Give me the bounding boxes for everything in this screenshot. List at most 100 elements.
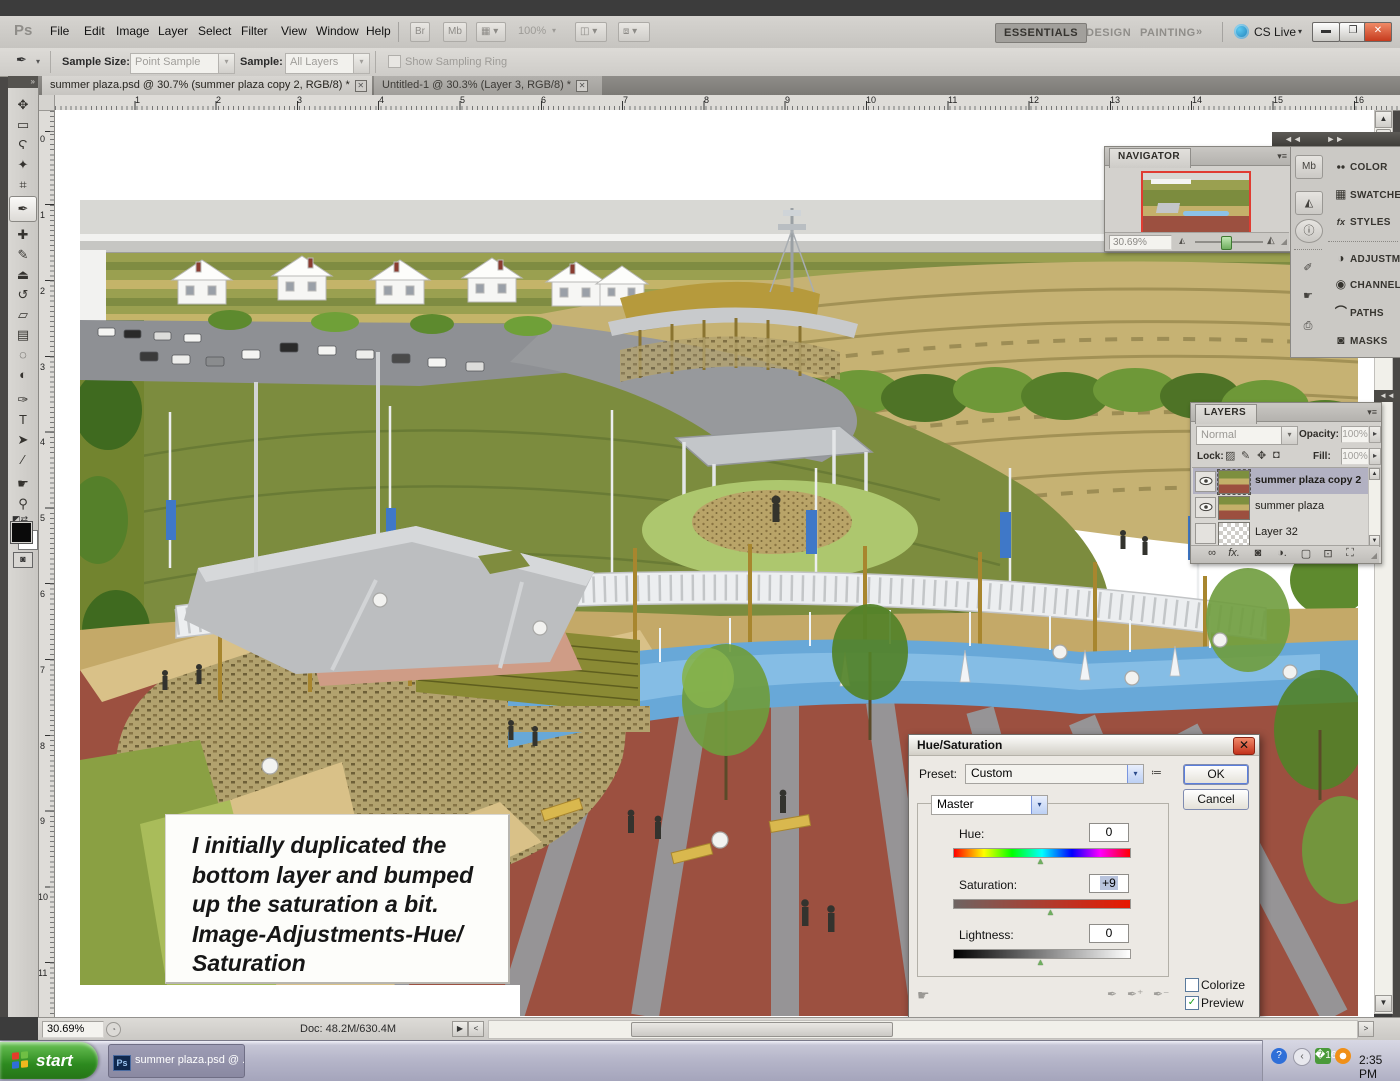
sample-dropdown[interactable]: All Layers▾ xyxy=(285,53,370,74)
safely-remove-tray-icon[interactable]: �163; xyxy=(1315,1048,1331,1064)
layer-row-summer-plaza-copy-2[interactable]: summer plaza copy 2 xyxy=(1193,468,1369,494)
tab-close-icon[interactable]: ✕ xyxy=(355,80,367,92)
dialog-title-bar[interactable]: Hue/Saturation ✕ xyxy=(909,735,1259,756)
dodge-tool[interactable]: ◐ xyxy=(11,365,35,384)
workspace-essentials[interactable]: ESSENTIALS xyxy=(995,23,1087,43)
link-layers-icon[interactable]: ∞ xyxy=(1203,547,1221,559)
eyedropper-sample-icon[interactable]: ✒ xyxy=(1107,987,1117,1001)
layer-thumbnail[interactable] xyxy=(1218,522,1250,546)
horizontal-scrollbar-thumb[interactable] xyxy=(631,1022,893,1037)
tab-untitled-1[interactable]: Untitled-1 @ 30.3% (Layer 3, RGB/8) *✕ xyxy=(374,76,602,95)
on-image-adjust-icon[interactable]: ☛ xyxy=(917,987,930,1004)
scroll-up-icon[interactable]: ▲ xyxy=(1369,468,1380,480)
hidden-icons-chevron-icon[interactable]: ‹ xyxy=(1293,1048,1311,1066)
zoom-tool[interactable]: ⚲ xyxy=(11,494,35,513)
scroll-up-icon[interactable]: ▲ xyxy=(1375,111,1392,128)
new-group-icon[interactable]: ▢ xyxy=(1297,547,1315,560)
eyedropper-tool[interactable]: ✒ xyxy=(9,196,37,222)
quick-mask-button[interactable]: ◙ xyxy=(13,552,33,568)
marquee-tool[interactable]: ▭ xyxy=(11,115,35,134)
start-button[interactable]: start xyxy=(0,1042,98,1079)
workspace-painting[interactable]: PAINTING xyxy=(1132,24,1204,42)
eraser-tool[interactable]: ▱ xyxy=(11,305,35,324)
updater-tray-icon[interactable] xyxy=(1335,1048,1351,1064)
preset-dropdown[interactable]: Custom ▾ xyxy=(965,764,1144,784)
crop-tool[interactable]: ⌗ xyxy=(11,175,35,194)
restore-button[interactable]: ❐ xyxy=(1339,22,1367,42)
layers-dock-collapse-bar[interactable]: ◄◄ xyxy=(1374,390,1400,402)
add-mask-icon[interactable]: ◙ xyxy=(1249,547,1267,559)
minimize-button[interactable]: ▬ xyxy=(1312,22,1340,42)
foreground-color-swatch[interactable] xyxy=(11,522,32,543)
layer-thumbnail[interactable] xyxy=(1218,470,1250,494)
scroll-down-icon[interactable]: ▼ xyxy=(1375,995,1392,1012)
panel-dock-collapse-bar[interactable]: ◄◄ ►► xyxy=(1272,132,1400,146)
tool-preset-arrow-icon[interactable]: ▾ xyxy=(36,57,40,66)
preset-options-icon[interactable]: ≔ xyxy=(1151,766,1162,779)
collapse-left-icon[interactable]: ◄◄ xyxy=(1284,134,1302,144)
layer-row-summer-plaza[interactable]: summer plaza xyxy=(1193,494,1369,520)
adjustment-layer-icon[interactable]: ◑. xyxy=(1273,547,1291,559)
bridge-button[interactable]: Br xyxy=(410,22,430,42)
colorize-checkbox[interactable] xyxy=(1185,978,1199,992)
collapse-right-icon[interactable]: ►► xyxy=(1326,134,1344,144)
screen-mode-button[interactable]: ⧈ ▾ xyxy=(618,22,650,42)
clone-source-panel-icon[interactable]: ⎙ xyxy=(1295,315,1321,337)
layer-style-icon[interactable]: fx. xyxy=(1225,547,1243,559)
minibridge-panel-button[interactable]: Mb xyxy=(1295,155,1323,179)
panel-resize-grip[interactable]: ◢ xyxy=(1371,551,1377,560)
fill-slider-arrow-icon[interactable]: ▸ xyxy=(1369,448,1381,465)
blur-tool[interactable]: ◌ xyxy=(11,345,35,364)
histogram-panel-icon[interactable]: ◭ xyxy=(1295,191,1323,215)
navigator-tab[interactable]: NAVIGATOR xyxy=(1109,148,1191,168)
lasso-tool[interactable]: Ϛ xyxy=(11,135,35,154)
lock-pixels-icon[interactable]: ✎ xyxy=(1241,449,1250,462)
navigator-proxy-view[interactable] xyxy=(1141,171,1251,235)
cslive-button[interactable]: CS Live xyxy=(1254,25,1296,39)
quick-selection-tool[interactable]: ✦ xyxy=(11,155,35,174)
channel-dropdown[interactable]: Master ▾ xyxy=(931,795,1048,815)
panel-menu-icon[interactable]: ▾≡ xyxy=(1277,151,1287,162)
tool-presets-panel-icon[interactable]: ✐ xyxy=(1295,257,1321,279)
tools-collapse-icon[interactable]: » xyxy=(8,76,38,88)
opacity-field[interactable]: 100% xyxy=(1341,426,1369,443)
scroll-left-icon[interactable]: < xyxy=(468,1021,484,1037)
history-brush-tool[interactable]: ↺ xyxy=(11,285,35,304)
panel-button-swatches[interactable]: ▦SWATCHES xyxy=(1332,185,1400,203)
horizontal-scrollbar[interactable] xyxy=(488,1020,1358,1039)
layer-thumbnail[interactable] xyxy=(1218,496,1250,520)
navigator-slider-thumb[interactable] xyxy=(1221,236,1232,250)
lightness-slider-thumb[interactable]: ▲ xyxy=(1036,957,1045,967)
panel-button-channels[interactable]: ◉CHANNELS xyxy=(1332,275,1400,293)
saturation-slider-thumb[interactable]: ▲ xyxy=(1046,907,1055,917)
hue-slider[interactable]: ▲ xyxy=(953,848,1131,858)
layers-tab[interactable]: LAYERS xyxy=(1195,404,1257,424)
show-sampling-ring-checkbox[interactable] xyxy=(388,55,401,68)
scroll-right-icon[interactable]: > xyxy=(1358,1021,1374,1037)
lock-all-icon[interactable]: ◘ xyxy=(1273,449,1280,461)
brush-tool[interactable]: ✎ xyxy=(11,245,35,264)
delete-layer-icon[interactable]: ⛶ xyxy=(1341,547,1359,560)
taskbar-task-button[interactable]: Pssummer plaza.psd @ ... xyxy=(108,1044,245,1078)
layer-row-layer-32[interactable]: Layer 32 xyxy=(1193,520,1369,546)
pen-tool[interactable]: ✑ xyxy=(11,390,35,409)
menu-help[interactable]: Help xyxy=(356,16,401,38)
panel-button-adjustments[interactable]: ◑ADJUSTMENTS xyxy=(1332,249,1400,267)
close-button[interactable]: ✕ xyxy=(1364,22,1392,42)
status-zoom-field[interactable]: 30.69% xyxy=(42,1021,104,1038)
panel-menu-icon[interactable]: ▾≡ xyxy=(1367,407,1377,418)
path-selection-tool[interactable]: ➤ xyxy=(11,430,35,449)
zoom-out-icon[interactable]: ◭ xyxy=(1179,236,1185,245)
eyedropper-subtract-icon[interactable]: ✒⁻ xyxy=(1153,987,1169,1001)
healing-brush-tool[interactable]: ✚ xyxy=(11,225,35,244)
workspace-design[interactable]: DESIGN xyxy=(1078,24,1139,42)
zoom-in-icon[interactable]: ◭ xyxy=(1267,235,1275,246)
brush-presets-panel-icon[interactable]: ☛ xyxy=(1295,285,1321,307)
lightness-slider[interactable]: ▲ xyxy=(953,949,1131,959)
help-tray-icon[interactable]: ? xyxy=(1271,1048,1287,1064)
line-tool[interactable]: ∕ xyxy=(11,450,35,469)
panel-button-styles[interactable]: fxSTYLES xyxy=(1332,213,1400,231)
hand-tool[interactable]: ☛ xyxy=(11,474,35,493)
info-panel-icon[interactable]: ⓘ xyxy=(1295,219,1323,243)
lock-transparency-icon[interactable]: ▨ xyxy=(1225,449,1235,462)
